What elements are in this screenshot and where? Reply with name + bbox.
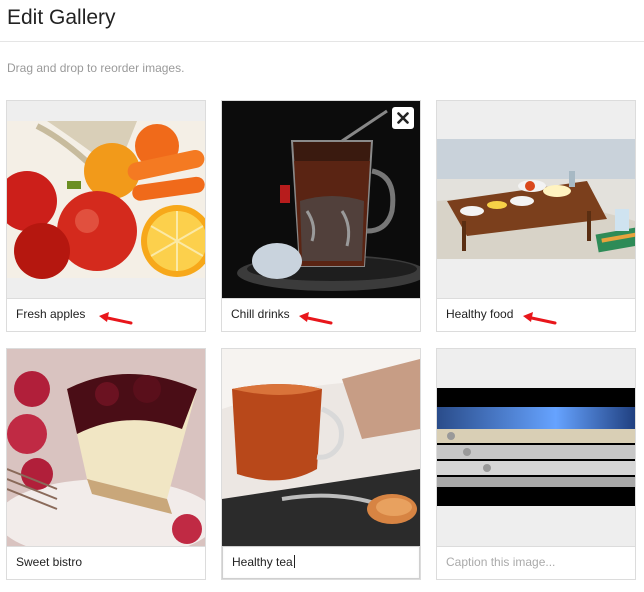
caption-input[interactable]: Healthy tea <box>222 546 420 579</box>
page-header: Edit Gallery <box>0 0 644 42</box>
phone-stack-photo[interactable] <box>437 349 635 546</box>
caption-field[interactable]: Sweet bistro <box>7 546 205 579</box>
arrow-icon <box>99 312 133 325</box>
caption-field[interactable]: Caption this image... <box>437 546 635 579</box>
arrow-icon <box>523 312 557 325</box>
page-title: Edit Gallery <box>7 6 116 29</box>
delete-image-button[interactable] <box>392 107 414 129</box>
arrow-icon <box>299 312 333 325</box>
caption-text: Healthy food <box>446 307 514 321</box>
caption-text: Chill drinks <box>231 307 290 321</box>
cheesecake-photo[interactable] <box>7 349 205 546</box>
text-cursor <box>293 555 295 568</box>
close-icon <box>397 112 409 124</box>
gallery-tile-healthy-food[interactable]: Healthy food <box>436 100 636 332</box>
gallery-tile-healthy-tea[interactable]: Healthy tea <box>221 348 421 580</box>
gallery-instructions: Drag and drop to reorder images. <box>7 61 185 75</box>
tea-cup-photo[interactable] <box>222 349 420 546</box>
fruit-bowl-photo[interactable] <box>7 101 205 298</box>
gallery-tile-chill-drinks[interactable]: Chill drinks <box>221 100 421 332</box>
gallery-tile-sweet-bistro[interactable]: Sweet bistro <box>6 348 206 580</box>
gallery-tile-untitled[interactable]: Caption this image... <box>436 348 636 580</box>
caption-text: Sweet bistro <box>16 555 83 569</box>
caption-placeholder: Caption this image... <box>446 555 556 569</box>
gallery-tile-fresh-apples[interactable]: Fresh apples <box>6 100 206 332</box>
tea-glass-photo[interactable] <box>222 101 420 298</box>
caption-text: Fresh apples <box>16 307 86 321</box>
beach-picnic-photo[interactable] <box>437 101 635 298</box>
caption-text: Healthy tea <box>232 555 293 569</box>
